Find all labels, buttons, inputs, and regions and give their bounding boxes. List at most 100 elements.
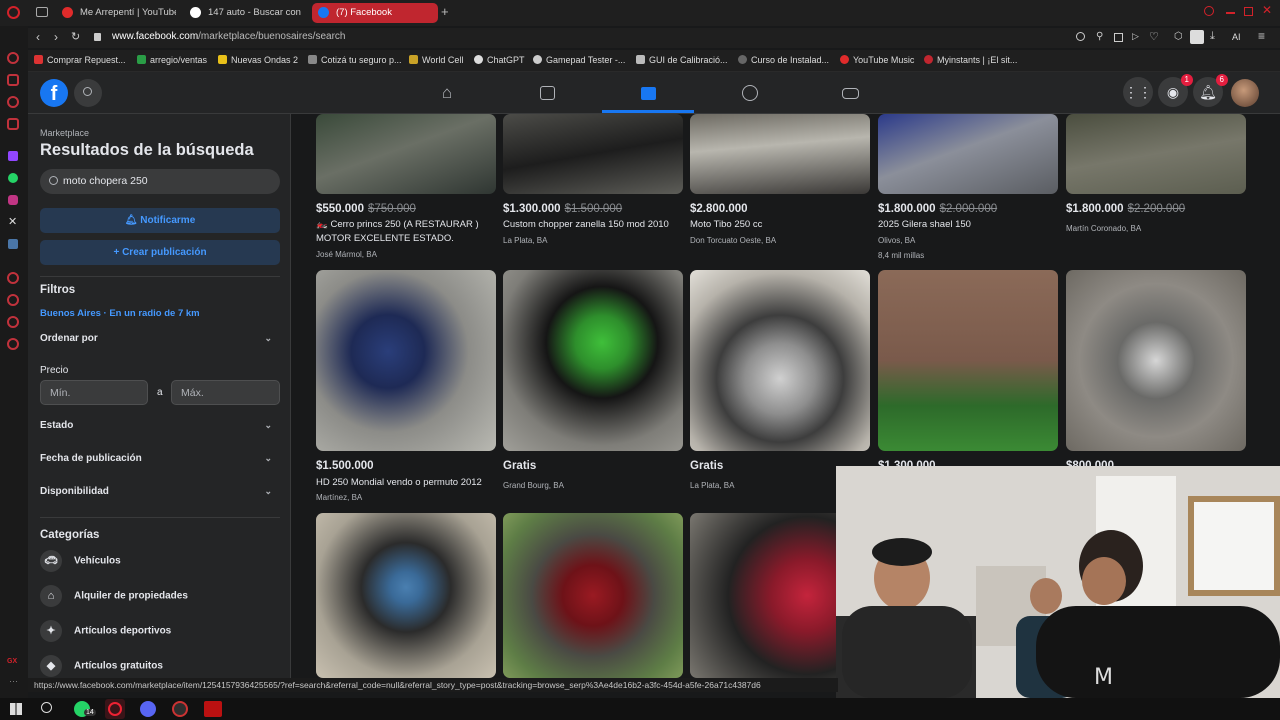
category-vehicles[interactable]: 🚗︎ Vehículos [40,550,121,572]
sidebar-more-icon[interactable]: ··· [9,676,18,686]
bookmark-icon [308,55,317,64]
tab-label: 147 auto - Buscar con Go [208,7,304,18]
taskbar-whatsapp-icon[interactable]: 14 [74,701,96,717]
windows-start-icon[interactable] [10,703,22,715]
bookmark-0[interactable]: Comprar Repuest... [34,55,126,65]
bell-icon: 🔔︎ [124,215,141,226]
max-price-input[interactable]: Máx. [171,380,280,405]
sidebar-downloads-icon[interactable] [7,294,19,306]
listing-location: Don Torcuato Oeste, BA [690,236,777,245]
bookmark-7[interactable]: GUI de Calibració... [636,55,728,65]
messenger-button[interactable]: ◉ 1 [1158,74,1193,107]
ai-button[interactable]: AI [1232,32,1241,42]
close-window-icon[interactable]: ✕ [1262,3,1272,17]
notifications-button[interactable]: 🔔︎ 6 [1193,74,1228,107]
url-field[interactable]: www.facebook.com/marketplace/buenosaires… [112,31,345,42]
listing-location: Olivos, BA [878,236,916,245]
notify-button[interactable]: 🔔︎ Notificarme [40,208,280,233]
bookmark-6[interactable]: Gamepad Tester -... [533,55,625,65]
reload-icon[interactable]: ↻ [71,30,80,43]
fb-search-icon[interactable] [74,79,102,107]
marketplace-icon[interactable] [638,84,658,102]
bookmark-3[interactable]: Cotizá tu seguro p... [308,55,402,65]
bookmark-5[interactable]: ChatGPT [474,55,525,65]
category-free[interactable]: ◆ Artículos gratuitos [40,655,163,677]
category-sports[interactable]: ✦ Artículos deportivos [40,620,171,642]
listing-title: 2025 Gilera shael 150 [878,219,971,230]
pin-icon[interactable]: ⚲ [1096,31,1103,42]
extensions-icon[interactable]: ⬡ [1174,31,1183,42]
menu-grid-button[interactable]: ⋮⋮ [1123,77,1153,107]
bookmark-10[interactable]: Myinstants | ¡El sit... [924,55,1017,65]
facebook-logo-icon[interactable]: f [40,79,68,107]
divider [40,276,280,277]
tab-google[interactable]: 147 auto - Buscar con Go [184,3,304,23]
maximize-icon[interactable] [1244,7,1253,16]
taskbar-discord-icon[interactable] [140,701,156,717]
min-price-input[interactable]: Mín. [40,380,148,405]
sidebar-settings-icon[interactable] [7,338,19,350]
sidebar-whatsapp-icon[interactable] [8,173,18,183]
video-icon[interactable] [537,84,557,102]
date-filter[interactable]: Fecha de publicación ⌄ [40,453,272,464]
sidebar-app-icon[interactable] [7,74,19,86]
condition-filter[interactable]: Estado ⌄ [40,420,272,431]
sidebar-gx-icon[interactable]: GX [7,658,17,665]
search-tabs-icon[interactable] [1204,6,1214,16]
condition-label: Estado [40,420,74,431]
search-input[interactable]: moto chopera 250 [40,169,280,194]
sidebar-opera-icon[interactable] [7,52,19,64]
sidebar-instagram-icon[interactable] [7,118,19,130]
bookmark-8[interactable]: Curso de Instalad... [738,55,829,65]
heart-icon[interactable]: ♡ [1149,30,1159,43]
listing-title: HD 250 Mondial vendo o permuto 2012 [316,477,482,488]
old-price: $2.200.000 [1127,203,1186,215]
zoom-icon[interactable] [1076,32,1085,41]
download-icon[interactable]: ⤓ [1210,30,1215,43]
home-icon[interactable]: ⌂ [437,84,457,102]
chevron-down-icon: ⌄ [264,333,272,343]
extension-logo-icon[interactable] [1190,30,1204,44]
workspaces-icon[interactable] [36,7,48,17]
bookmark-4[interactable]: World Cell [409,55,463,65]
sidebar-twitch-icon[interactable] [8,151,18,161]
gaming-icon[interactable] [840,84,860,102]
snapshot-icon[interactable] [1114,33,1123,42]
bookmarks-bar: Comprar Repuest... arregio/ventas Nuevas… [28,50,1280,72]
sidebar-vk-icon[interactable] [8,239,18,249]
tab-youtube[interactable]: Me Arrepentí | YouTube [56,3,176,23]
taskbar-search-icon[interactable] [41,702,52,713]
play-icon[interactable]: ▷ [1132,31,1139,42]
listing-photo [1066,114,1246,194]
url-path: /marketplace/buenosaires/search [198,31,346,42]
bookmark-9[interactable]: YouTube Music [840,55,914,65]
minimize-icon[interactable] [1226,12,1235,14]
menu-icon[interactable]: ≡ [1258,29,1265,43]
listing-photo [316,270,496,451]
taskbar-obs-icon[interactable] [204,701,222,717]
taskbar-app-icon[interactable] [172,701,188,717]
sidebar-x-icon[interactable]: ✕ [8,215,17,228]
create-listing-button[interactable]: + Crear publicación [40,240,280,265]
back-icon[interactable]: ‹ [36,30,40,44]
groups-icon[interactable] [740,84,760,102]
forward-icon[interactable]: › [54,30,58,44]
sidebar-history-icon[interactable] [7,272,19,284]
sort-filter[interactable]: Ordenar por ⌄ [40,333,272,344]
location-link[interactable]: Buenos Aires · En un radio de 7 km [40,308,200,319]
availability-filter[interactable]: Disponibilidad ⌄ [40,486,272,497]
category-rentals[interactable]: ⌂ Alquiler de propiedades [40,585,188,607]
opera-sidebar: ✕ GX ··· [0,26,28,698]
bookmark-1[interactable]: arregio/ventas [137,55,207,65]
new-tab-button[interactable]: + [441,5,453,19]
sidebar-extensions-icon[interactable] [7,316,19,328]
date-label: Fecha de publicación [40,453,142,464]
notifications-badge: 6 [1215,74,1228,86]
profile-avatar[interactable] [1231,79,1259,107]
taskbar-opera-gx-icon[interactable] [105,699,125,719]
tab-facebook[interactable]: (7) Facebook [312,3,438,23]
opera-logo-icon[interactable] [7,6,20,19]
sidebar-messenger-icon[interactable] [7,96,19,108]
sidebar-instagram2-icon[interactable] [8,195,18,205]
bookmark-2[interactable]: Nuevas Ondas 2 [218,55,298,65]
